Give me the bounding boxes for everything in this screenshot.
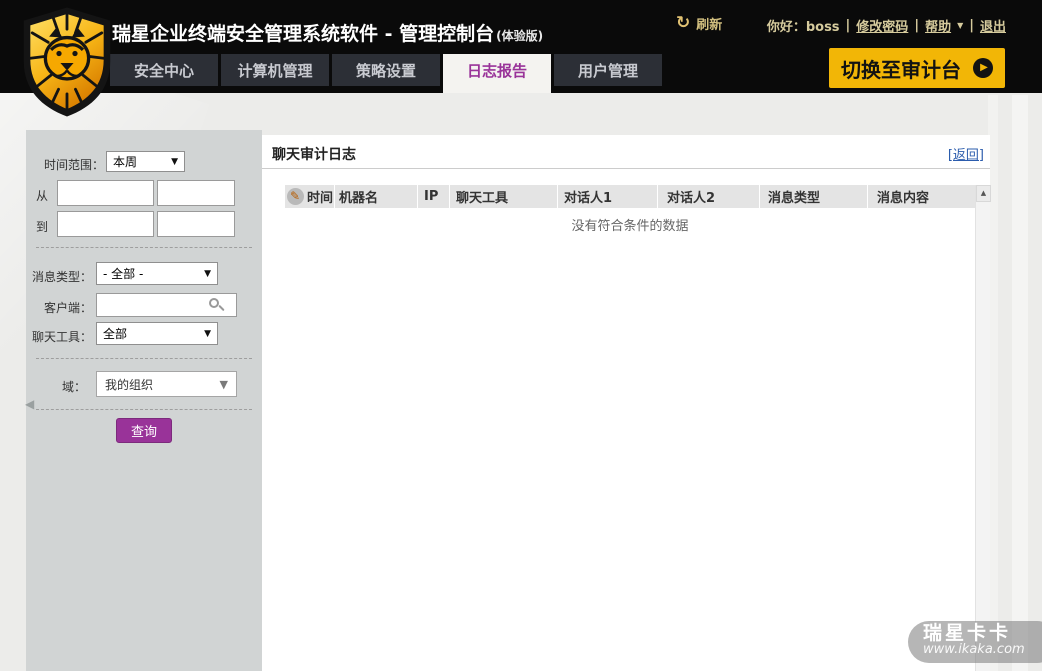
chevron-down-icon: ▼: [204, 328, 211, 339]
refresh-button[interactable]: ↻ 刷新: [676, 13, 723, 34]
background-decoration: [1012, 95, 1028, 671]
tab-log-report[interactable]: 日志报告: [443, 54, 551, 93]
tab-security-center[interactable]: 安全中心: [110, 54, 218, 86]
client-search: [96, 293, 237, 317]
refresh-icon: ↻: [676, 13, 691, 33]
switch-button-label: 切换至审计台: [841, 57, 961, 82]
column-header-person1: 对话人1: [558, 185, 658, 208]
page-title: 聊天审计日志: [272, 147, 356, 163]
ikaka-watermark: 瑞星卡卡 www.ikaka.com: [908, 621, 1042, 663]
domain-select[interactable]: 我的组织 ▼: [96, 371, 237, 397]
app-title-text: 瑞星企业终端安全管理系统软件 - 管理控制台: [112, 23, 495, 45]
divider: [36, 409, 252, 410]
query-button[interactable]: 查询: [116, 418, 172, 443]
watermark-brand: 瑞星卡卡: [923, 622, 1012, 644]
back-link[interactable]: [返回]: [948, 144, 984, 163]
user-strip: 你好：boss | 修改密码 | 帮助 ▼ | 退出: [767, 16, 1006, 35]
time-range-value: 本周: [113, 155, 138, 169]
column-header-machine: 机器名: [335, 185, 418, 208]
time-range-label: 时间范围：: [43, 158, 104, 172]
column-header-person2: 对话人2: [658, 185, 760, 208]
header-bar: 瑞星企业终端安全管理系统软件 - 管理控制台 (体验版) ↻ 刷新 你好：boss…: [0, 0, 1042, 93]
table-header-row: ✎ 时间 机器名 IP 聊天工具 对话人1 对话人2 消息类型 消息内容: [285, 185, 975, 208]
refresh-label: 刷新: [696, 18, 723, 33]
app-title: 瑞星企业终端安全管理系统软件 - 管理控制台 (体验版): [112, 19, 543, 46]
chat-tool-value: 全部: [103, 327, 128, 341]
rising-lion-logo: [23, 7, 111, 117]
from-date-input[interactable]: [57, 180, 154, 206]
switch-to-audit-button[interactable]: 切换至审计台 ▶: [829, 48, 1005, 88]
help-dropdown-icon[interactable]: ▼: [957, 21, 963, 30]
separator: |: [914, 18, 920, 33]
column-header-chat-tool: 聊天工具: [450, 185, 558, 208]
divider: [36, 358, 252, 359]
separator: |: [845, 18, 851, 33]
divider: [262, 168, 990, 169]
tab-user-management[interactable]: 用户管理: [554, 54, 662, 86]
message-type-label: 消息类型：: [31, 270, 92, 284]
scroll-up-button[interactable]: ▲: [976, 185, 991, 202]
edit-column-header: ✎: [285, 185, 305, 208]
domain-label: 域：: [61, 380, 86, 394]
tab-policy-settings[interactable]: 策略设置: [332, 54, 440, 86]
main-content-panel: 聊天审计日志 [返回] ✎ 时间 机器名 IP 聊天工具 对话人1 对话人2 消…: [262, 135, 991, 671]
tab-label: 策略设置: [355, 61, 416, 80]
sidebar-collapse-handle[interactable]: ◀: [25, 397, 34, 411]
tab-label: 计算机管理: [237, 61, 313, 80]
chat-tool-select[interactable]: 全部 ▼: [96, 322, 218, 345]
domain-value: 我的组织: [105, 377, 154, 392]
table-scrollbar[interactable]: ▲: [975, 185, 991, 671]
chat-tool-label: 聊天工具：: [31, 330, 92, 344]
to-time-input[interactable]: [157, 211, 235, 237]
change-password-link[interactable]: 修改密码: [856, 16, 908, 35]
tab-label: 安全中心: [133, 61, 194, 80]
app-title-suffix: (体验版): [496, 29, 544, 43]
separator: |: [969, 18, 974, 33]
chevron-down-icon: ▼: [204, 268, 211, 279]
column-header-ip: IP: [418, 185, 450, 208]
empty-table-message: 没有符合条件的数据: [571, 219, 689, 234]
query-button-label: 查询: [130, 425, 157, 440]
to-label: 到: [35, 220, 48, 234]
watermark-url: www.ikaka.com: [923, 642, 1025, 657]
chevron-down-icon: ▼: [171, 156, 178, 167]
main-nav-tabs: 安全中心 计算机管理 策略设置 日志报告 用户管理: [110, 54, 662, 93]
time-range-select[interactable]: 本周 ▼: [106, 151, 185, 172]
from-label: 从: [35, 189, 48, 203]
pencil-icon: ✎: [286, 188, 304, 205]
from-time-input[interactable]: [157, 180, 235, 206]
filter-sidebar: 时间范围： 本周 ▼ 从 到 消息类型： - 全部 - ▼ 客户端： 聊天工具：…: [25, 130, 262, 671]
client-label: 客户端：: [43, 301, 92, 315]
tab-label: 用户管理: [577, 61, 638, 80]
user-greeting: 你好：boss: [766, 20, 840, 35]
page: 瑞星企业终端安全管理系统软件 - 管理控制台 (体验版) ↻ 刷新 你好：boss…: [0, 0, 1042, 671]
play-circle-icon: ▶: [973, 58, 993, 78]
chevron-down-icon: ▼: [219, 377, 228, 391]
message-type-value: - 全部 -: [103, 267, 144, 281]
to-date-input[interactable]: [57, 211, 154, 237]
column-header-time: 时间: [305, 185, 335, 208]
column-header-message-content: 消息内容: [877, 191, 930, 206]
message-type-select[interactable]: - 全部 - ▼: [96, 262, 218, 285]
logout-link[interactable]: 退出: [980, 16, 1006, 35]
tab-label: 日志报告: [466, 61, 527, 80]
search-icon[interactable]: [209, 298, 219, 308]
tab-computer-management[interactable]: 计算机管理: [221, 54, 329, 86]
help-link[interactable]: 帮助: [925, 16, 951, 35]
column-header-message-type: 消息类型: [760, 185, 868, 208]
divider: [36, 247, 252, 248]
